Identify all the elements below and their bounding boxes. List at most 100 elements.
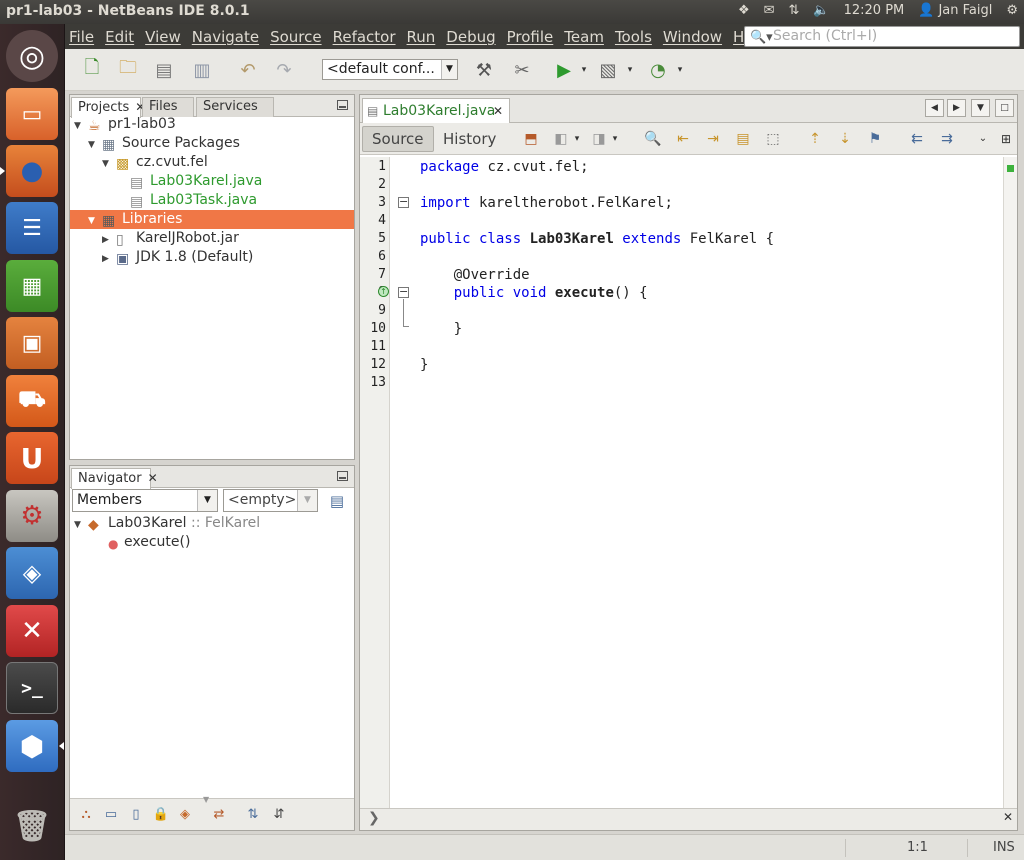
menu-edit[interactable]: Edit xyxy=(105,28,134,46)
splitter-arrow-icon[interactable]: ▼ xyxy=(203,795,209,804)
insert-mode[interactable]: INS xyxy=(993,840,1015,855)
volume-icon[interactable]: 🔈 xyxy=(813,3,829,18)
menu-window[interactable]: Window xyxy=(663,28,722,46)
close-icon[interactable]: ✕ xyxy=(493,99,503,123)
undo-icon[interactable]: ↶ xyxy=(235,58,261,82)
expand-arrow-icon[interactable]: ▼ xyxy=(74,117,88,136)
fields-filter-icon[interactable]: ▭ xyxy=(102,806,120,824)
ubuntu-one-icon[interactable]: U xyxy=(6,432,58,484)
last-edit-icon[interactable]: ⬒ xyxy=(521,130,541,148)
tree-file-lab03task[interactable]: ▤ Lab03Task.java xyxy=(130,191,257,210)
minimize-icon[interactable] xyxy=(337,471,348,481)
minimize-icon[interactable] xyxy=(337,100,348,110)
find-next-icon[interactable]: ⇥ xyxy=(703,130,723,148)
dropbox-icon[interactable]: ❖ xyxy=(738,3,750,18)
tree-source-packages[interactable]: ▼ ▦ Source Packages xyxy=(88,134,240,153)
code-area[interactable]: package cz.cvut.fel; import kareltherobo… xyxy=(391,157,1003,808)
toggle-bookmark-icon[interactable]: ⚑ xyxy=(865,130,885,148)
find-icon[interactable]: 🔍 xyxy=(643,130,663,148)
files-icon[interactable]: ▭ xyxy=(6,88,58,140)
sort-name-icon[interactable]: ⇅ xyxy=(244,806,262,824)
error-stripe[interactable] xyxy=(1003,157,1017,808)
previous-bookmark-icon[interactable]: ⇡ xyxy=(805,130,825,148)
source-view-button[interactable]: Source xyxy=(362,126,434,152)
user-name[interactable]: Jan Faigl xyxy=(938,3,992,18)
trash-icon[interactable]: 🗑 xyxy=(6,800,58,852)
netbeans-icon[interactable]: ⬢ xyxy=(6,720,64,772)
menu-team[interactable]: Team xyxy=(564,28,604,46)
back-dropdown-icon[interactable]: ▾ xyxy=(567,130,587,148)
expand-toolbar-icon[interactable]: ❯ xyxy=(368,810,380,826)
tab-files[interactable]: Files xyxy=(142,97,194,117)
forward-dropdown-icon[interactable]: ▾ xyxy=(605,130,625,148)
debug-dropdown-icon[interactable]: ▾ xyxy=(617,58,643,82)
calc-icon[interactable]: ▦ xyxy=(6,260,58,312)
clean-build-icon[interactable]: ✂ xyxy=(509,58,535,82)
menu-debug[interactable]: Debug xyxy=(446,28,495,46)
profile-dropdown-icon[interactable]: ▾ xyxy=(667,58,693,82)
build-icon[interactable]: ⚒ xyxy=(471,58,497,82)
menu-view[interactable]: View xyxy=(145,28,181,46)
scroll-right-icon[interactable]: ▶ xyxy=(947,99,966,117)
clock[interactable]: 12:20 PM xyxy=(844,3,905,18)
inherited-filter-icon[interactable]: ⛬ xyxy=(77,806,95,824)
run-dropdown-icon[interactable]: ▾ xyxy=(571,58,597,82)
editor-tab-file[interactable]: ▤ Lab03Karel.java ✕ xyxy=(362,98,510,123)
fold-method-icon[interactable]: − xyxy=(398,286,409,298)
no-errors-marker[interactable] xyxy=(1007,165,1014,172)
shift-left-icon[interactable]: ⇇ xyxy=(907,130,927,148)
writer-icon[interactable]: ☰ xyxy=(6,202,58,254)
expand-arrow-icon[interactable]: ▼ xyxy=(88,212,102,231)
close-icon[interactable]: ✕ xyxy=(1003,810,1013,824)
tree-jar[interactable]: ▶ ▯ KarelJRobot.jar xyxy=(102,229,239,248)
firefox-icon[interactable]: ● xyxy=(0,145,58,197)
tree-libraries[interactable]: ▼ ▦ Libraries xyxy=(70,210,354,229)
members-select[interactable]: Members ▼ xyxy=(72,489,218,512)
expand-arrow-icon[interactable]: ▼ xyxy=(102,155,116,174)
crossover-icon[interactable]: ✕ xyxy=(6,605,58,657)
config-select[interactable]: <default conf... ▼ xyxy=(322,59,458,80)
settings-icon[interactable]: ⚙ xyxy=(6,490,58,542)
save-all-icon[interactable]: ▥ xyxy=(189,58,215,82)
nav-class-node[interactable]: ▼ ◆ Lab03Karel :: FelKarel xyxy=(74,514,260,533)
network-icon[interactable]: ⇅ xyxy=(789,3,800,18)
search-input[interactable]: 🔍▾ Search (Ctrl+I) xyxy=(744,26,1020,47)
shift-right-icon[interactable]: ⇉ xyxy=(937,130,957,148)
software-center-icon[interactable]: ⛟ xyxy=(6,375,58,427)
tab-services[interactable]: Services xyxy=(196,97,274,117)
static-filter-icon[interactable]: ▯ xyxy=(127,806,145,824)
expand-arrow-icon[interactable]: ▶ xyxy=(102,250,116,269)
show-opened-docs-icon[interactable]: ▼ xyxy=(971,99,990,117)
new-project-icon[interactable]: 🗀 xyxy=(115,57,141,82)
mail-icon[interactable]: ✉ xyxy=(764,3,775,18)
close-icon[interactable]: ✕ xyxy=(148,471,158,485)
more-tools-icon[interactable]: ⌄ xyxy=(973,130,993,148)
nonpublic-filter-icon[interactable]: 🔒 xyxy=(152,806,170,824)
maximize-icon[interactable]: □ xyxy=(995,99,1014,117)
tree-project-root[interactable]: ▼ ☕ pr1-lab03 xyxy=(74,115,176,134)
terminal-icon[interactable]: >_ xyxy=(6,662,58,714)
override-icon[interactable]: ↑ xyxy=(378,286,389,297)
sync-icon[interactable]: ⇄ xyxy=(210,806,228,824)
scroll-left-icon[interactable]: ◀ xyxy=(925,99,944,117)
virtualbox-icon[interactable]: ◈ xyxy=(6,547,58,599)
menu-tools[interactable]: Tools xyxy=(615,28,652,46)
fold-import-icon[interactable]: − xyxy=(398,196,409,208)
navigator-options-icon[interactable]: ▤ xyxy=(324,489,350,513)
toggle-highlight-icon[interactable]: ▤ xyxy=(733,130,753,148)
menu-navigate[interactable]: Navigate xyxy=(192,28,259,46)
next-bookmark-icon[interactable]: ⇣ xyxy=(835,130,855,148)
menu-refactor[interactable]: Refactor xyxy=(333,28,396,46)
expand-arrow-icon[interactable]: ▼ xyxy=(74,516,88,535)
scope-select[interactable]: <empty> ▼ xyxy=(223,489,318,512)
redo-icon[interactable]: ↷ xyxy=(271,58,297,82)
dash-home-icon[interactable]: ◎ xyxy=(6,30,58,82)
menu-profile[interactable]: Profile xyxy=(507,28,554,46)
menu-run[interactable]: Run xyxy=(407,28,436,46)
sort-source-icon[interactable]: ⇵ xyxy=(270,806,288,824)
find-previous-icon[interactable]: ⇤ xyxy=(673,130,693,148)
tree-jdk[interactable]: ▶ ▣ JDK 1.8 (Default) xyxy=(102,248,253,267)
menu-source[interactable]: Source xyxy=(270,28,322,46)
gear-icon[interactable]: ⚙ xyxy=(1006,3,1018,18)
impress-icon[interactable]: ▣ xyxy=(6,317,58,369)
